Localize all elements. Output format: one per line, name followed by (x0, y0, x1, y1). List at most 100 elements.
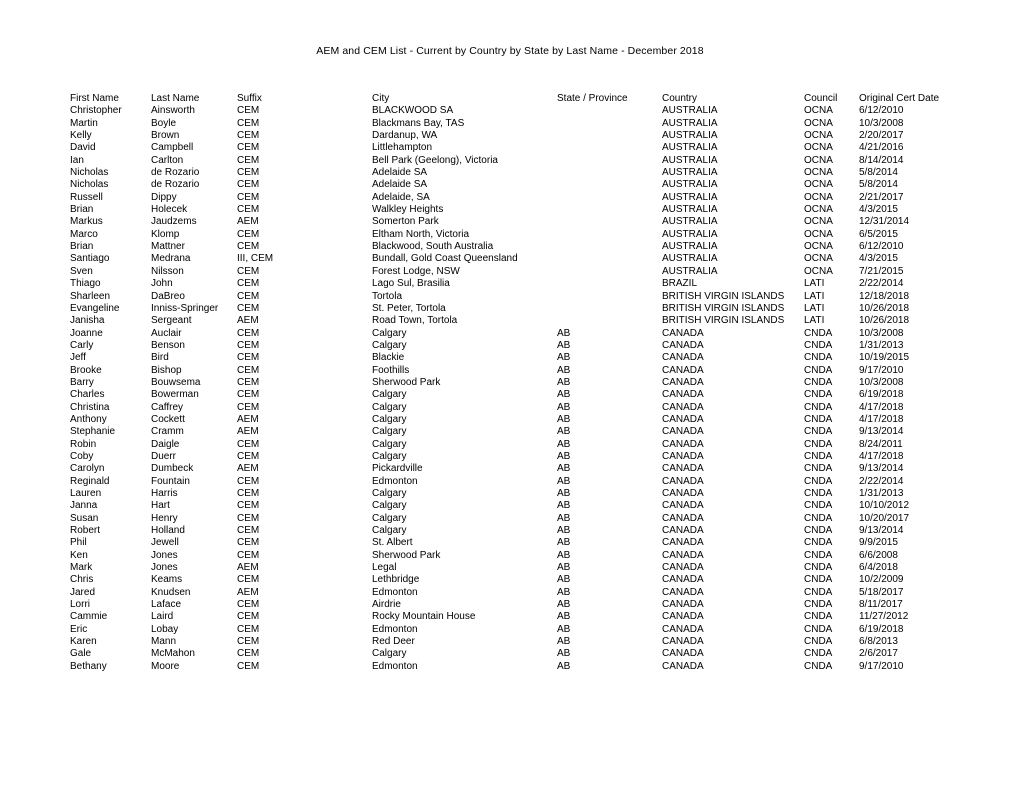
cell-country: CANADA (662, 364, 704, 376)
cell-council: OCNA (804, 142, 833, 154)
cell-city: Legal (372, 562, 397, 574)
cell-country: AUSTRALIA (662, 167, 718, 179)
cell-city: Blackmans Bay, TAS (372, 117, 465, 129)
cell-cert-date: 6/4/2018 (859, 562, 898, 574)
cell-first-name: Carolyn (70, 463, 105, 475)
column-header-country: Country (662, 93, 698, 104)
cell-cert-date: 2/21/2017 (859, 191, 904, 203)
cell-first-name: Gale (70, 648, 92, 660)
cell-state (557, 229, 662, 241)
cell-city: Calgary (372, 438, 407, 450)
cell-suffix: CEM (237, 204, 260, 216)
cell-cert-date: 6/6/2008 (859, 549, 898, 561)
cell-city: Adelaide SA (372, 167, 428, 179)
cell-state: AB (557, 450, 571, 462)
column-header-first-name: First Name (70, 93, 119, 104)
cell-state: AB (557, 438, 571, 450)
cell-first-name: Mark (70, 562, 93, 574)
cell-country: AUSTRALIA (662, 154, 718, 166)
table-row: Anthony Cockett AEM Calgary AB CANADA CNDA 4/17… (70, 414, 950, 426)
cell-last-name: Keams (151, 574, 183, 586)
cell-council: CNDA (804, 450, 833, 462)
cell-last-name: John (151, 278, 173, 290)
cell-country: CANADA (662, 352, 704, 364)
cell-suffix: CEM (237, 623, 260, 635)
cell-cert-date: 6/5/2015 (859, 228, 898, 240)
cell-suffix: CEM (237, 130, 260, 142)
cell-country: BRITISH VIRGIN ISLANDS (662, 290, 785, 302)
cell-suffix: CEM (237, 401, 260, 413)
cell-council: OCNA (804, 117, 833, 129)
cell-council: CNDA (804, 537, 833, 549)
cell-council: CNDA (804, 339, 833, 351)
cell-cert-date: 4/21/2016 (859, 142, 904, 154)
cell-state (557, 155, 662, 167)
cell-last-name: Jaudzems (151, 216, 197, 228)
cell-first-name: Bethany (70, 660, 107, 672)
cell-state (557, 241, 662, 253)
table-row: Carolyn Dumbeck AEM Pickardville AB CANADA CND… (70, 463, 950, 475)
certification-list-table: First Name Last Name Suffix City State / Pro… (70, 93, 950, 673)
cell-last-name: Dumbeck (151, 463, 194, 475)
cell-council: OCNA (804, 228, 833, 240)
cell-first-name: Joanne (70, 327, 103, 339)
cell-country: AUSTRALIA (662, 204, 718, 216)
cell-cert-date: 12/18/2018 (859, 290, 910, 302)
cell-state (557, 142, 662, 154)
cell-cert-date: 10/3/2008 (859, 376, 904, 388)
cell-cert-date: 9/9/2015 (859, 537, 898, 549)
cell-cert-date: 4/17/2018 (859, 413, 904, 425)
cell-cert-date: 2/22/2014 (859, 475, 904, 487)
cell-suffix: CEM (237, 475, 260, 487)
cell-last-name: Ainsworth (151, 105, 195, 117)
table-row: Martin Boyle CEM Blackmans Bay, TAS AUSTRALI… (70, 118, 950, 130)
cell-suffix: CEM (237, 611, 260, 623)
table-body: Christopher Ainsworth CEM BLACKWOOD SA AUSTR… (70, 105, 950, 673)
cell-last-name: Benson (151, 339, 185, 351)
table-row: Nicholas de Rozario CEM Adelaide SA AUSTRALI… (70, 179, 950, 191)
cell-cert-date: 8/14/2014 (859, 154, 904, 166)
cell-state: AB (557, 660, 571, 672)
cell-city: St. Peter, Tortola (372, 302, 446, 314)
cell-country: CANADA (662, 525, 704, 537)
cell-last-name: Sergeant (151, 315, 192, 327)
cell-cert-date: 10/3/2008 (859, 117, 904, 129)
cell-country: AUSTRALIA (662, 241, 718, 253)
cell-last-name: Jones (151, 549, 178, 561)
cell-council: CNDA (804, 512, 833, 524)
cell-country: CANADA (662, 438, 704, 450)
table-row: Carly Benson CEM Calgary AB CANADA CNDA 1/31/20… (70, 340, 950, 352)
cell-suffix: CEM (237, 265, 260, 277)
cell-cert-date: 9/17/2010 (859, 660, 904, 672)
cell-suffix: CEM (237, 599, 260, 611)
cell-last-name: Moore (151, 660, 180, 672)
cell-suffix: CEM (237, 352, 260, 364)
table-row: Mark Jones AEM Legal AB CANADA CNDA 6/4/2018 (70, 562, 950, 574)
cell-council: CNDA (804, 599, 833, 611)
table-row: Bethany Moore CEM Edmonton AB CANADA CNDA 9/17/… (70, 661, 950, 673)
cell-cert-date: 6/12/2010 (859, 241, 904, 253)
cell-first-name: Brian (70, 204, 94, 216)
cell-suffix: CEM (237, 278, 260, 290)
cell-last-name: Boyle (151, 117, 177, 129)
cell-state (557, 118, 662, 130)
cell-first-name: Ken (70, 549, 88, 561)
column-header-cert-date: Original Cert Date (859, 93, 940, 104)
cell-country: CANADA (662, 376, 704, 388)
cell-state: AB (557, 648, 571, 660)
table-row: Gale McMahon CEM Calgary AB CANADA CNDA 2/6/201… (70, 648, 950, 660)
cell-council: CNDA (804, 426, 833, 438)
cell-city: St. Albert (372, 537, 413, 549)
cell-last-name: Nilsson (151, 265, 184, 277)
table-row: Stephanie Cramm AEM Calgary AB CANADA CNDA 9/13… (70, 426, 950, 438)
table-row: Ken Jones CEM Sherwood Park AB CANADA CNDA 6/6/… (70, 550, 950, 562)
cell-suffix: CEM (237, 179, 260, 191)
cell-state: AB (557, 512, 571, 524)
table-row: Ian Carlton CEM Bell Park (Geelong), Victor… (70, 155, 950, 167)
table-row: Markus Jaudzems AEM Somerton Park AUSTRALIA O… (70, 216, 950, 228)
cell-cert-date: 7/21/2015 (859, 265, 904, 277)
cell-cert-date: 2/20/2017 (859, 130, 904, 142)
cell-cert-date: 10/3/2008 (859, 327, 904, 339)
table-row: Karen Mann CEM Red Deer AB CANADA CNDA 6/8/2013 (70, 636, 950, 648)
cell-state (557, 291, 662, 303)
